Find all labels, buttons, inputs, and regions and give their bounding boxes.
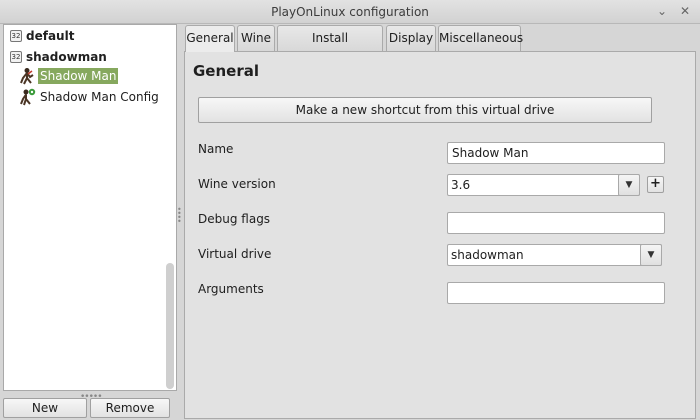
make-shortcut-button[interactable]: Make a new shortcut from this virtual dr…: [198, 97, 652, 123]
virtual-drive-value: shadowman: [451, 248, 524, 262]
name-label: Name: [198, 142, 234, 156]
remove-button[interactable]: Remove: [90, 398, 170, 418]
arch-32-icon: 32: [10, 29, 22, 42]
tree-prefix-shadowman[interactable]: 32 shadowman: [10, 47, 107, 66]
tab-miscellaneous[interactable]: Miscellaneous: [438, 25, 523, 51]
tab-install-components[interactable]: Install components: [277, 25, 383, 69]
chevron-down-icon[interactable]: ▼: [640, 244, 662, 266]
tree-item-label: Shadow Man Config: [40, 89, 159, 104]
tree-prefix-label: shadowman: [26, 49, 107, 64]
title-bar: PlayOnLinux configuration ⌄ ✕: [0, 0, 700, 24]
tab-general[interactable]: General: [185, 25, 235, 52]
tree-prefix-default[interactable]: 32 default: [10, 26, 74, 45]
tree-item-shadow-man[interactable]: Shadow Man: [18, 66, 119, 85]
general-panel: General Make a new shortcut from this vi…: [184, 51, 696, 419]
chevron-down-icon[interactable]: ▼: [618, 174, 640, 196]
tab-wine[interactable]: Wine: [237, 25, 275, 51]
add-wine-version-button[interactable]: +: [647, 176, 664, 193]
virtual-drive-label: Virtual drive: [198, 247, 272, 261]
window-title: PlayOnLinux configuration: [271, 5, 429, 19]
panel-title: General: [193, 62, 259, 80]
shadow-man-config-icon: [20, 88, 36, 105]
close-icon[interactable]: ✕: [677, 3, 693, 19]
debug-flags-label: Debug flags: [198, 212, 271, 226]
virtual-drive-tree[interactable]: 32 default 32 shadowman Shadow Man Shado…: [3, 24, 177, 391]
arch-32-icon: 32: [10, 50, 22, 63]
new-button[interactable]: New: [3, 398, 87, 418]
arguments-label: Arguments: [198, 282, 264, 296]
debug-flags-input[interactable]: [447, 212, 665, 234]
vertical-splitter-handle[interactable]: • • • •: [177, 206, 182, 226]
wine-version-value: 3.6: [451, 178, 471, 192]
minimize-icon[interactable]: ⌄: [654, 3, 670, 19]
tree-scrollbar[interactable]: [166, 263, 174, 389]
tree-item-shadow-man-config[interactable]: Shadow Man Config: [18, 87, 161, 106]
tree-prefix-label: default: [26, 28, 75, 43]
tree-item-label: Shadow Man: [38, 67, 119, 84]
wine-version-select[interactable]: 3.6 ▼: [447, 174, 640, 196]
virtual-drive-select[interactable]: shadowman ▼: [447, 244, 662, 266]
tab-display[interactable]: Display: [386, 25, 436, 51]
name-input[interactable]: Shadow Man: [447, 142, 665, 164]
wine-version-label: Wine version: [198, 177, 276, 191]
arguments-input[interactable]: [447, 282, 665, 304]
shadow-man-game-icon: [20, 67, 34, 84]
